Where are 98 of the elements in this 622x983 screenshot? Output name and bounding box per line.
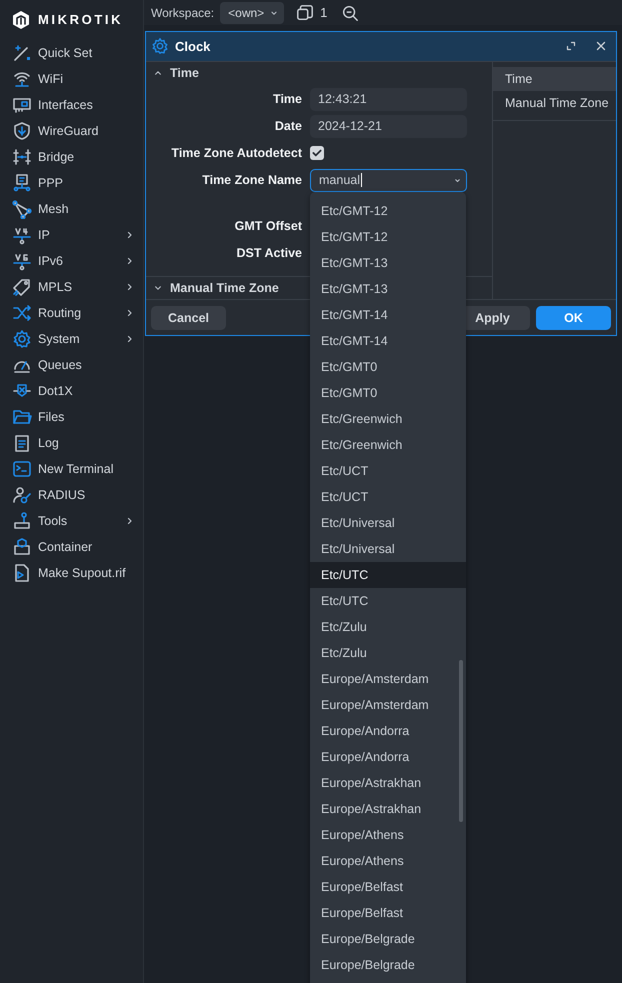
scrollbar-thumb[interactable]: [459, 660, 463, 822]
dropdown-option[interactable]: Etc/UTC: [310, 588, 466, 614]
dropdown-option[interactable]: Etc/GMT-13: [310, 250, 466, 276]
dropdown-option[interactable]: Etc/GMT0: [310, 354, 466, 380]
close-icon[interactable]: [596, 41, 606, 52]
dropdown-option[interactable]: Europe/Andorra: [310, 718, 466, 744]
sidebar-item[interactable]: Files: [0, 404, 143, 430]
dropdown-option[interactable]: Etc/Greenwich: [310, 432, 466, 458]
sidebar-item[interactable]: WiFi: [0, 66, 143, 92]
dropdown-option[interactable]: Etc/UTC: [310, 562, 466, 588]
input-field[interactable]: 12:43:21: [310, 88, 467, 111]
field-label: GMT Offset: [234, 219, 302, 234]
container-icon: [12, 537, 32, 557]
sidebar-item[interactable]: IP: [0, 222, 143, 248]
tag-icon: [12, 277, 32, 297]
dropdown-option[interactable]: Etc/GMT-12: [310, 198, 466, 224]
terminal-icon: [12, 459, 32, 479]
select-field[interactable]: manual: [310, 168, 467, 192]
dropdown-option[interactable]: Europe/Amsterdam: [310, 666, 466, 692]
dropdown-option[interactable]: Europe/Athens: [310, 848, 466, 874]
sidebar-item[interactable]: Mesh: [0, 196, 143, 222]
chevron-up-icon: [154, 68, 162, 77]
checkbox[interactable]: [310, 146, 324, 160]
dropdown-option[interactable]: Etc/GMT-13: [310, 276, 466, 302]
dropdown-option[interactable]: Etc/Universal: [310, 536, 466, 562]
dropdown-option[interactable]: Etc/Zulu: [310, 640, 466, 666]
terminal-node-icon: [12, 173, 32, 193]
field-label: DST Active: [235, 246, 302, 260]
dropdown-option[interactable]: Europe/Andorra: [310, 744, 466, 770]
gear-icon: [151, 37, 169, 56]
brand-name: MIKROTIK: [38, 12, 124, 27]
window-title: Clock: [175, 38, 210, 54]
shield-icon: [12, 121, 32, 141]
sidebar-item[interactable]: WireGuard: [0, 118, 143, 144]
notepad-icon: [12, 433, 32, 453]
dropdown-option[interactable]: Europe/Belfast: [310, 900, 466, 926]
shuffle-icon: [12, 303, 32, 323]
sidebar-item[interactable]: RADIUS: [0, 482, 143, 508]
dropdown-option[interactable]: Europe/Astrakhan: [310, 770, 466, 796]
mesh-icon: [12, 199, 32, 219]
sidebar-item[interactable]: PPP: [0, 170, 143, 196]
nav-item[interactable]: Manual Time Zone: [493, 90, 616, 121]
folder-icon: [12, 407, 32, 427]
network-card-icon: [12, 95, 32, 115]
search-icon[interactable]: [341, 4, 360, 22]
sidebar-item[interactable]: System: [0, 326, 143, 352]
caret-icon: [454, 176, 461, 184]
workspace-label: Workspace:: [151, 6, 214, 20]
chevron-down-icon: [154, 284, 162, 292]
joystick-icon: [12, 511, 32, 531]
sidebar-item[interactable]: Queues: [0, 352, 143, 378]
input-field[interactable]: 2024-12-21: [310, 114, 467, 138]
sidebar-item[interactable]: Interfaces: [0, 92, 143, 118]
dropdown-option[interactable]: Europe/Athens: [310, 822, 466, 848]
dropdown-option[interactable]: Europe/Belfast: [310, 874, 466, 900]
sidebar-item[interactable]: IPv6: [0, 248, 143, 274]
dropdown-option[interactable]: Etc/GMT-14: [310, 328, 466, 354]
bridge-icon: [12, 147, 32, 167]
sidebar-item[interactable]: Bridge: [0, 144, 143, 170]
dropdown-option[interactable]: Etc/UCT: [310, 458, 466, 484]
maximize-icon[interactable]: [566, 41, 576, 52]
v6-icon: [12, 251, 32, 271]
sidebar-item[interactable]: Quick Set: [0, 40, 143, 66]
dropdown-option[interactable]: Europe/Astrakhan: [310, 796, 466, 822]
sidebar-item[interactable]: Container: [0, 534, 143, 560]
windows-icon[interactable]: [296, 4, 314, 22]
wand-icon: [12, 43, 32, 63]
sidebar-item[interactable]: New Terminal: [0, 456, 143, 482]
dropdown-option[interactable]: Europe/Belgrade: [310, 952, 466, 978]
sidebar-item[interactable]: Routing: [0, 300, 143, 326]
window-count: 1: [320, 5, 328, 20]
field-label: Time Zone Autodetect: [170, 146, 302, 160]
sidebar-item[interactable]: Tools: [0, 508, 143, 534]
sidebar-item[interactable]: Log: [0, 430, 143, 456]
dropdown-option[interactable]: Etc/Zulu: [310, 614, 466, 640]
field-label: Time Zone Name: [201, 173, 302, 188]
document-play-icon: [12, 563, 32, 583]
sidebar-item[interactable]: MPLS: [0, 274, 143, 300]
user-key-icon: [12, 485, 32, 505]
dropdown-option[interactable]: Etc/Greenwich: [310, 406, 466, 432]
caret-icon: [270, 8, 278, 16]
logo-icon: [11, 10, 31, 30]
sidebar-item[interactable]: Make Supout.rif: [0, 560, 143, 586]
dropdown-option[interactable]: Europe/Amsterdam: [310, 692, 466, 718]
field-label: Time: [272, 92, 302, 106]
dropdown-option[interactable]: Etc/GMT-12: [310, 224, 466, 250]
gear-icon: [12, 329, 32, 349]
nav-item[interactable]: Time: [493, 66, 616, 91]
dropdown-option[interactable]: Etc/Universal: [310, 510, 466, 536]
sidebar-item[interactable]: Dot1X: [0, 378, 143, 404]
button[interactable]: Cancel: [151, 306, 226, 330]
dropdown-option[interactable]: Etc/UCT: [310, 484, 466, 510]
field-label: Date: [274, 119, 302, 134]
v4-icon: [12, 225, 32, 245]
dropdown-option[interactable]: Europe/Belgrade: [310, 926, 466, 952]
dropdown-option[interactable]: Etc/GMT0: [310, 380, 466, 406]
section-header[interactable]: Time: [146, 62, 492, 84]
workspace-select[interactable]: <own>: [220, 2, 284, 24]
